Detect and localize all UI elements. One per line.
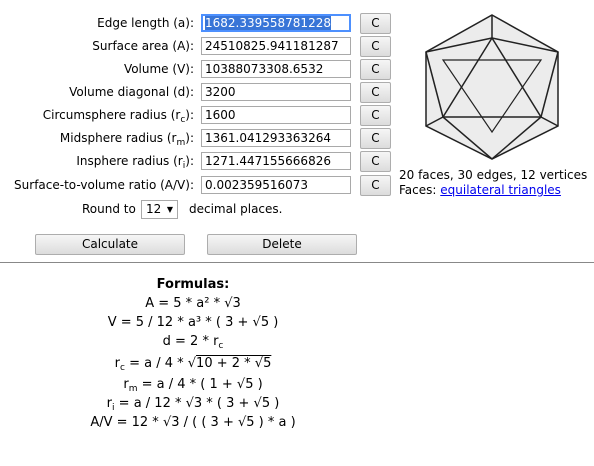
formula-insphere: ri = a / 12 * √3 * ( 3 + √5 ) xyxy=(106,396,280,413)
volume-diagonal-clear-button[interactable]: C xyxy=(360,82,391,103)
insphere-radius-clear-button[interactable]: C xyxy=(360,151,391,172)
insphere-radius-label: Insphere radius (ri): xyxy=(76,154,194,171)
formula-diagonal: d = 2 * rc xyxy=(162,334,224,351)
surface-to-volume-input[interactable]: 0.002359516073 xyxy=(201,176,351,194)
volume-clear-button[interactable]: C xyxy=(360,59,391,80)
field-row-insphere-radius: Insphere radius (ri): 1271.447155666826 … xyxy=(0,151,400,172)
round-select-value: 12 xyxy=(146,202,162,216)
formula-surface-area: A = 5 * a² * √3 xyxy=(145,296,241,311)
delete-button[interactable]: Delete xyxy=(207,234,357,255)
surface-to-volume-label: Surface-to-volume ratio (A/V): xyxy=(14,178,194,192)
surface-area-input[interactable]: 24510825.941181287 xyxy=(201,37,351,55)
surface-area-clear-button[interactable]: C xyxy=(360,36,391,57)
volume-input[interactable]: 10388073308.6532 xyxy=(201,60,351,78)
faces-line: Faces: equilateral triangles xyxy=(399,183,587,198)
field-row-midsphere-radius: Midsphere radius (rm): 1361.041293363264… xyxy=(0,128,400,149)
formula-volume: V = 5 / 12 * a³ * ( 3 + √5 ) xyxy=(107,315,279,330)
field-row-edge-length: Edge length (a): 1682.339558781228 C xyxy=(0,13,400,34)
calculator-panel: Edge length (a): 1682.339558781228 C Sur… xyxy=(0,0,594,262)
volume-diagonal-label: Volume diagonal (d): xyxy=(69,85,194,99)
edge-length-input[interactable]: 1682.339558781228 xyxy=(201,14,351,32)
calculate-button[interactable]: Calculate xyxy=(35,234,185,255)
formula-circumsphere: rc = a / 4 * √10 + 2 * √5 xyxy=(114,356,272,373)
surface-to-volume-clear-button[interactable]: C xyxy=(360,175,391,196)
round-select[interactable]: 12 ▼ xyxy=(141,200,178,219)
midsphere-radius-clear-button[interactable]: C xyxy=(360,128,391,149)
surface-area-label: Surface area (A): xyxy=(92,39,194,53)
chevron-down-icon: ▼ xyxy=(166,205,173,214)
round-prefix-label: Round to xyxy=(82,202,136,216)
edge-length-label: Edge length (a): xyxy=(97,16,194,30)
faces-label: Faces: xyxy=(399,183,437,197)
formulas-section: Formulas: A = 5 * a² * √3 V = 5 / 12 * a… xyxy=(0,277,386,432)
edge-length-value: 1682.339558781228 xyxy=(205,16,331,30)
insphere-radius-input[interactable]: 1271.447155666826 xyxy=(201,152,351,170)
round-suffix-label: decimal places. xyxy=(189,202,283,216)
icosahedron-icon xyxy=(421,14,563,163)
edge-length-clear-button[interactable]: C xyxy=(360,13,391,34)
shape-counts: 20 faces, 30 edges, 12 vertices xyxy=(399,168,588,182)
shape-info: 20 faces, 30 edges, 12 vertices Faces: e… xyxy=(399,168,587,198)
formula-midsphere: rm = a / 4 * ( 1 + √5 ) xyxy=(123,377,263,394)
midsphere-radius-label: Midsphere radius (rm): xyxy=(59,131,194,148)
volume-diagonal-input[interactable]: 3200 xyxy=(201,83,351,101)
field-row-surface-area: Surface area (A): 24510825.941181287 C xyxy=(0,36,400,57)
section-divider xyxy=(0,262,594,263)
field-row-volume: Volume (V): 10388073308.6532 C xyxy=(0,59,400,80)
formula-surface-to-volume: A/V = 12 * √3 / ( ( 3 + √5 ) * a ) xyxy=(90,415,296,430)
circumsphere-radius-clear-button[interactable]: C xyxy=(360,105,391,126)
formulas-title: Formulas: xyxy=(156,277,230,292)
field-row-volume-diagonal: Volume diagonal (d): 3200 C xyxy=(0,82,400,103)
field-row-surface-to-volume: Surface-to-volume ratio (A/V): 0.0023595… xyxy=(0,175,400,196)
midsphere-radius-input[interactable]: 1361.041293363264 xyxy=(201,129,351,147)
volume-label: Volume (V): xyxy=(123,62,194,76)
circumsphere-radius-label: Circumsphere radius (rc): xyxy=(42,108,194,125)
field-row-circumsphere-radius: Circumsphere radius (rc): 1600 C xyxy=(0,105,400,126)
faces-link[interactable]: equilateral triangles xyxy=(440,183,561,197)
circumsphere-radius-input[interactable]: 1600 xyxy=(201,106,351,124)
